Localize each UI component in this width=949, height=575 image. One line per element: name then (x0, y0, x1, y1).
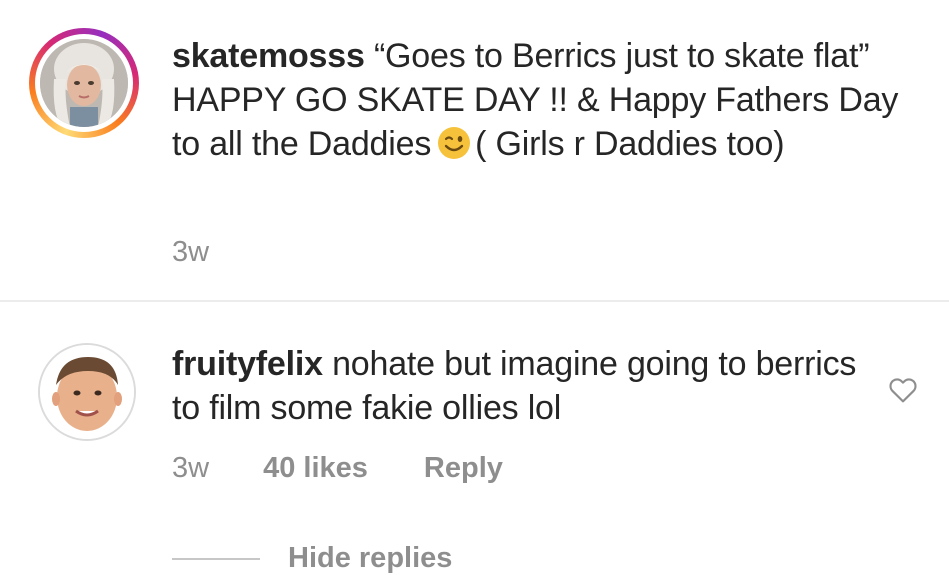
hide-replies-button[interactable]: Hide replies (172, 542, 452, 575)
reply-meta: 3w 40 likes Reply (172, 452, 503, 485)
likes-count[interactable]: 40 likes (263, 452, 368, 485)
avatar-border[interactable] (38, 343, 136, 441)
winking-face-icon (437, 126, 471, 160)
avatar-photo (40, 345, 134, 439)
hide-replies-line (172, 557, 260, 560)
divider (0, 300, 949, 302)
caption-body-end: ( Girls r Daddies too) (475, 125, 785, 163)
reply-button[interactable]: Reply (424, 452, 503, 485)
hide-replies-label: Hide replies (288, 542, 453, 574)
caption-timestamp[interactable]: 3w (172, 236, 209, 269)
caption-text: skatemosss “Goes to Berrics just to skat… (172, 34, 902, 166)
story-ring[interactable] (29, 28, 139, 138)
caption-meta: 3w (172, 236, 209, 269)
avatar[interactable] (40, 345, 134, 439)
reply-timestamp[interactable]: 3w (172, 452, 209, 485)
avatar[interactable] (40, 39, 128, 127)
avatar-photo (40, 39, 128, 127)
caption-comment: skatemosss “Goes to Berrics just to skat… (0, 0, 949, 300)
reply-username[interactable]: fruityfelix (172, 345, 323, 383)
reply-text: fruityfelix nohate but imagine going to … (172, 342, 872, 430)
avatar-ring-gap (35, 34, 133, 132)
heart-outline-icon[interactable] (887, 374, 919, 406)
caption-username[interactable]: skatemosss (172, 37, 365, 75)
